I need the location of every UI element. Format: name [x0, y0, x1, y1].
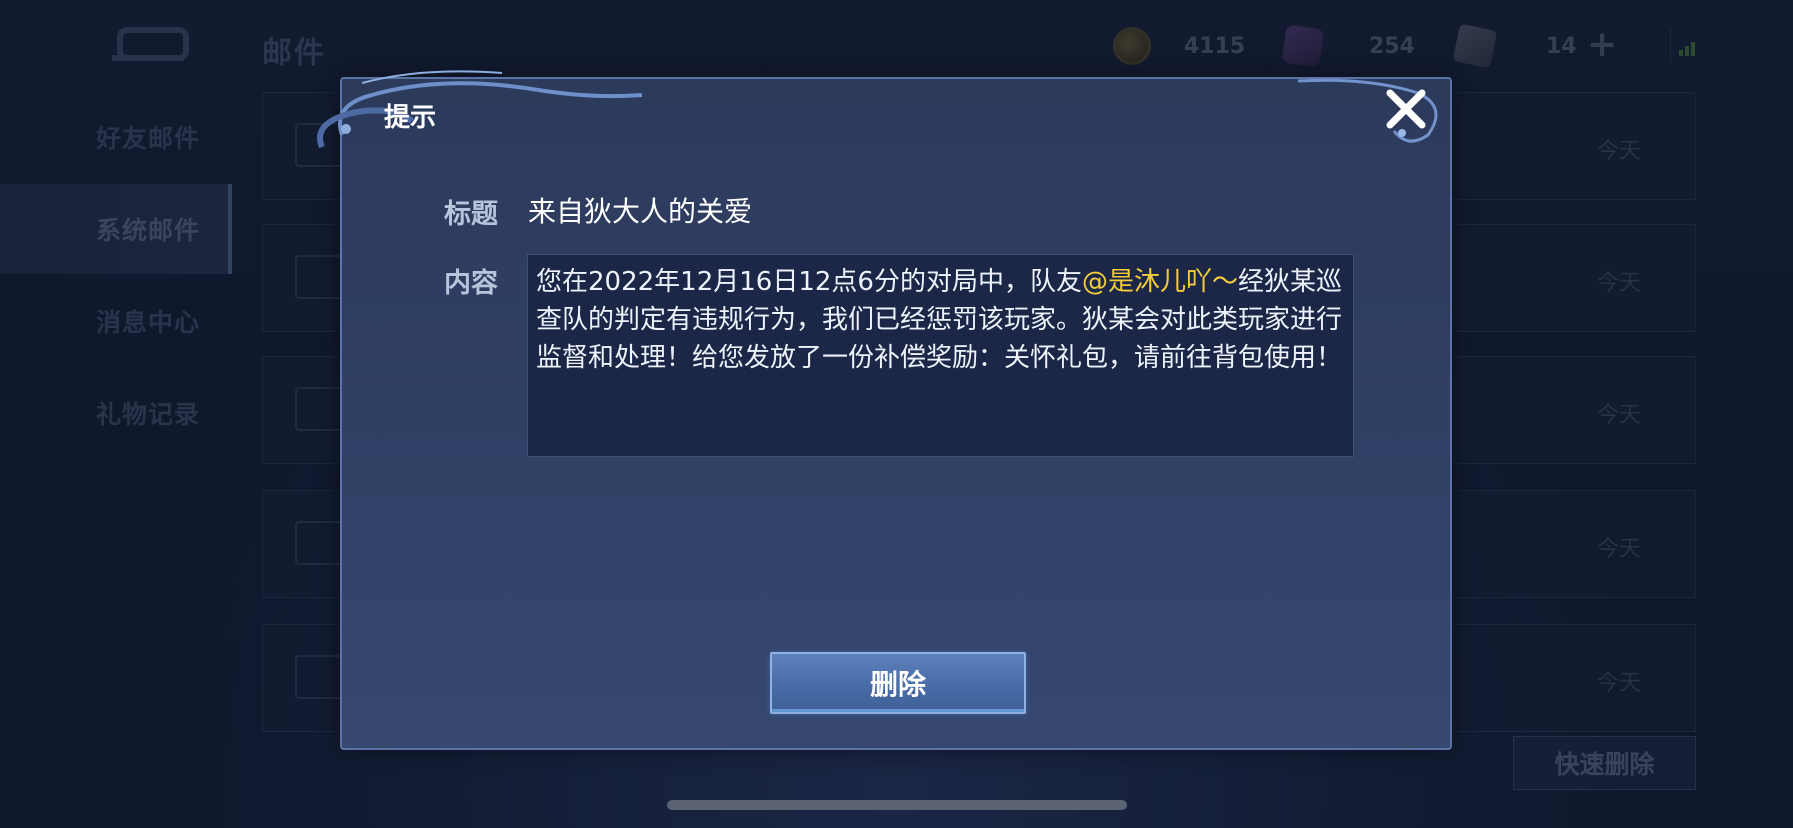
teammate-mention: @是沐儿吖～ — [1081, 267, 1238, 297]
content-text: 您在2022年12月16日12点6分的对局中，队友 — [536, 267, 1082, 297]
home-indicator[interactable] — [667, 800, 1127, 810]
delete-button[interactable]: 删除 — [770, 652, 1026, 714]
subject-label: 标题 — [444, 199, 498, 230]
close-icon[interactable] — [1382, 85, 1430, 133]
ornament-swirl-icon — [317, 70, 642, 149]
dialog-title: 提示 — [384, 103, 437, 133]
ornament-swirl-icon — [1298, 78, 1438, 143]
mail-detail-dialog: 提示 标题 来自狄大人的关爱 内容 您在2022年12月16日12点6分的对局中… — [317, 70, 1452, 750]
content-label: 内容 — [444, 268, 498, 299]
subject-value: 来自狄大人的关爱 — [528, 195, 753, 228]
mail-content: 您在2022年12月16日12点6分的对局中，队友@是沐儿吖～经狄某巡查队的判定… — [527, 254, 1354, 457]
